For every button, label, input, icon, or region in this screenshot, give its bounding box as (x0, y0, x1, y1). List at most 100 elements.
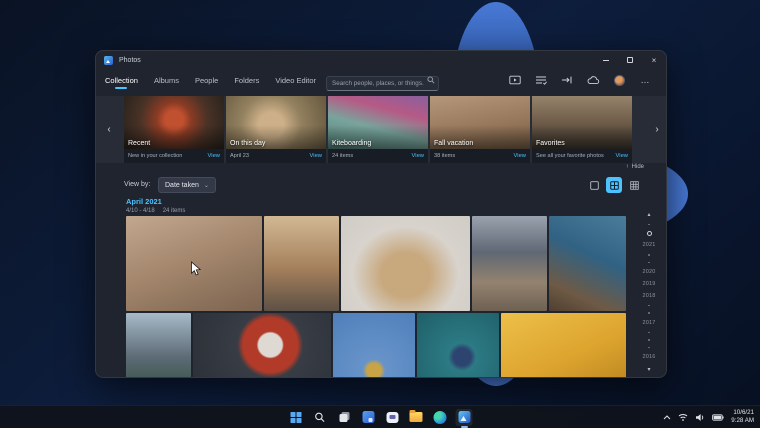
close-icon: × (651, 55, 657, 65)
small-thumbnails-icon[interactable] (626, 177, 642, 193)
maximize-icon (627, 57, 633, 63)
dropdown-value: Date taken (165, 181, 199, 189)
tab-people[interactable]: People (194, 74, 219, 87)
scroll-up-icon[interactable]: ▴ (647, 211, 650, 218)
multi-select-icon[interactable] (534, 73, 548, 87)
arrow-up-icon: ↑ (625, 164, 629, 170)
photos-app-icon (104, 55, 113, 65)
timeline-year[interactable]: 2017 (642, 320, 655, 326)
timeline-tick (648, 261, 650, 264)
file-explorer-button[interactable] (408, 409, 425, 426)
carousel-next-button[interactable]: › (650, 120, 664, 138)
photo-thumbnail[interactable] (549, 216, 626, 311)
start-button[interactable] (288, 409, 305, 426)
wifi-icon[interactable] (678, 413, 688, 421)
timeline-year[interactable]: 2016 (642, 354, 655, 360)
search-input[interactable] (326, 76, 439, 91)
tray-date: 10/6/21 (733, 408, 754, 416)
date-range-label: 4/10 - 4/18 (126, 208, 155, 214)
view-options-bar: View by: Date taken ⌄ ↑ Hide (96, 164, 666, 199)
window-title: Photos (119, 56, 141, 64)
onedrive-cloud-icon[interactable] (586, 73, 600, 87)
carousel-card-fall-vacation[interactable]: Fall vacation 38 items View (430, 96, 530, 163)
view-link[interactable]: View (616, 153, 628, 159)
timeline-year[interactable]: 2019 (642, 281, 655, 287)
timeline-year[interactable]: 2021 (642, 242, 655, 248)
tab-folders[interactable]: Folders (233, 74, 260, 87)
card-title: Fall vacation (434, 140, 474, 147)
carousel-card-kiteboarding[interactable]: Kiteboarding 24 items View (328, 96, 428, 163)
photos-app-window: Photos × Collection Albums People Folder… (95, 50, 667, 378)
photos-taskbar-button[interactable] (455, 408, 473, 426)
card-title: Kiteboarding (332, 140, 372, 147)
tab-albums[interactable]: Albums (153, 74, 180, 87)
chat-icon (386, 411, 398, 423)
clock[interactable]: 10/6/21 9:28 AM (731, 409, 754, 426)
search-icon (315, 412, 325, 422)
photo-thumbnail[interactable] (501, 313, 626, 377)
view-link[interactable]: View (208, 153, 220, 159)
see-more-icon[interactable]: … (638, 73, 652, 87)
photo-grid (126, 216, 626, 377)
system-tray: 10/6/21 9:28 AM (663, 406, 754, 428)
slideshow-icon[interactable] (508, 73, 522, 87)
timeline-tick (648, 223, 650, 226)
carousel-prev-button[interactable]: ‹ (102, 120, 116, 138)
timeline-year[interactable]: 2020 (642, 269, 655, 275)
photo-thumbnail[interactable] (341, 216, 470, 311)
view-link[interactable]: View (412, 153, 424, 159)
card-subtitle: 24 items (332, 153, 354, 159)
edge-button[interactable] (432, 409, 449, 426)
carousel-card-recent[interactable]: Recent New in your collection View (124, 96, 224, 163)
search-box (326, 72, 439, 91)
carousel-card-favorites[interactable]: Favorites See all your favorite photos Vi… (532, 96, 632, 163)
minimize-icon (603, 59, 609, 61)
card-subtitle: 38 items (434, 153, 456, 159)
account-avatar[interactable] (612, 73, 626, 87)
timeline-position-marker[interactable] (646, 231, 652, 237)
nav-row: Collection Albums People Folders Video E… (96, 69, 666, 91)
card-title: Recent (128, 140, 151, 147)
tab-video-editor[interactable]: Video Editor (274, 74, 317, 87)
carousel-card-on-this-day[interactable]: On this day April 23 View (226, 96, 326, 163)
chat-button[interactable] (384, 409, 401, 426)
tab-collection[interactable]: Collection (104, 74, 139, 87)
battery-icon[interactable] (712, 413, 724, 421)
timeline-year[interactable]: 2018 (642, 293, 655, 299)
volume-icon[interactable] (695, 413, 705, 422)
titlebar[interactable]: Photos × (96, 51, 666, 69)
toolbar: … (508, 69, 652, 91)
photo-thumbnail[interactable] (333, 313, 415, 377)
view-by-label: View by: (124, 181, 151, 188)
tray-chevron-up-icon[interactable] (663, 414, 671, 420)
taskbar-search-button[interactable] (312, 409, 329, 426)
import-icon[interactable] (560, 73, 574, 87)
maximize-button[interactable] (618, 51, 642, 69)
desktop: Photos × Collection Albums People Folder… (0, 0, 760, 428)
chevron-down-icon: ⌄ (203, 182, 209, 189)
task-view-button[interactable] (336, 409, 353, 426)
photos-icon (458, 411, 470, 423)
month-label[interactable]: April 2021 (126, 197, 185, 206)
photo-thumbnail[interactable] (126, 313, 191, 377)
photo-thumbnail[interactable] (417, 313, 499, 377)
minimize-button[interactable] (594, 51, 618, 69)
hide-carousel-button[interactable]: ↑ Hide (626, 164, 644, 170)
medium-thumbnails-icon[interactable] (606, 177, 622, 193)
view-link[interactable]: View (514, 153, 526, 159)
timeline-scrubber[interactable]: ▴ 2021 2020 2019 2018 2017 2016 ▾ (638, 211, 660, 373)
scroll-down-icon[interactable]: ▾ (647, 366, 650, 373)
photo-thumbnail[interactable] (193, 313, 331, 377)
photo-thumbnail[interactable] (472, 216, 547, 311)
photo-thumbnail[interactable] (264, 216, 339, 311)
close-button[interactable]: × (642, 51, 666, 69)
card-title: Favorites (536, 140, 565, 147)
widgets-button[interactable] (360, 409, 377, 426)
date-taken-dropdown[interactable]: Date taken ⌄ (158, 177, 216, 193)
view-link[interactable]: View (310, 153, 322, 159)
month-group-header: April 2021 4/10 - 4/18 24 items (126, 197, 185, 214)
timeline-tick (648, 331, 650, 334)
task-view-icon (339, 412, 349, 422)
taskbar: 10/6/21 9:28 AM (0, 405, 760, 428)
large-thumbnails-icon[interactable] (586, 177, 602, 193)
